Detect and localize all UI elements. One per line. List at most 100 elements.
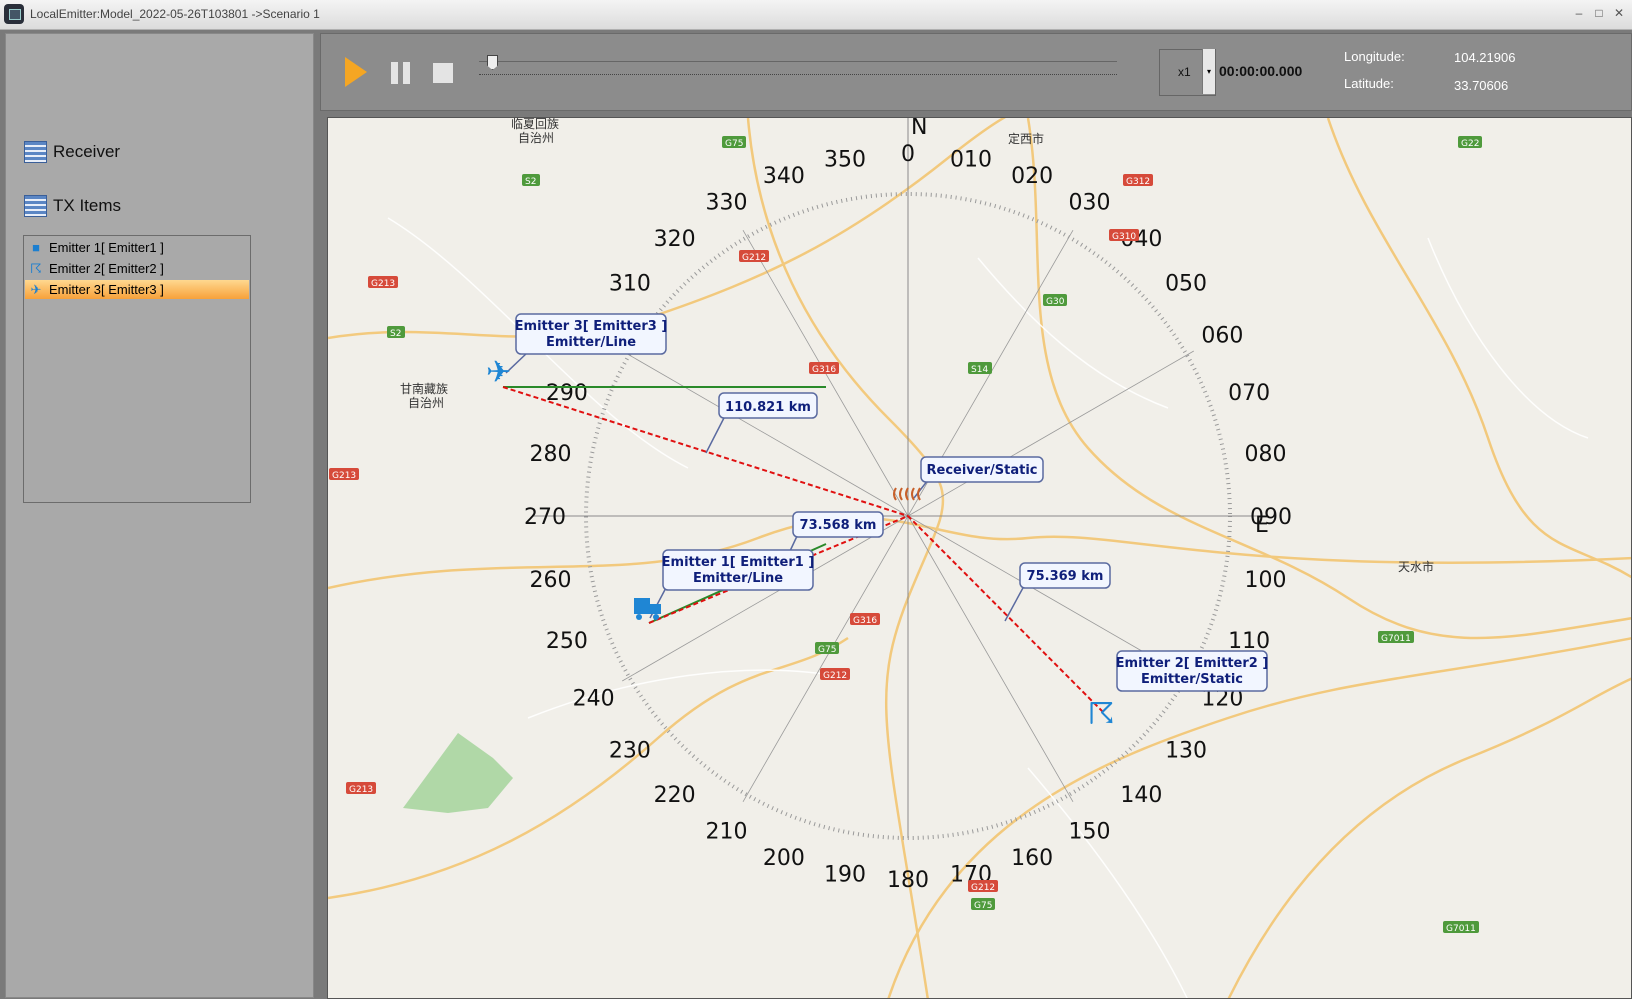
timeline-slider[interactable] bbox=[479, 74, 1117, 77]
bearing-label: 310 bbox=[609, 272, 651, 297]
dist3-callout-text: 110.821 km bbox=[725, 400, 811, 415]
timeline-frame bbox=[479, 61, 1117, 62]
emitter3-callout-line2: Emitter/Line bbox=[546, 335, 636, 350]
road-badge-label: S2 bbox=[525, 177, 536, 187]
list-item-emitter1[interactable]: ■ Emitter 1[ Emitter1 ] bbox=[25, 238, 249, 257]
bearing-spoke bbox=[622, 350, 909, 517]
road-badge-label: S2 bbox=[390, 329, 401, 339]
road-badge-label: G30 bbox=[1046, 297, 1065, 307]
road-badge-label: G310 bbox=[1112, 232, 1136, 242]
place-gannan: 甘南藏族 bbox=[400, 381, 448, 396]
bearing-label: 150 bbox=[1069, 819, 1111, 844]
dist2-leader bbox=[1004, 585, 1025, 622]
bearing-label: 280 bbox=[530, 442, 572, 467]
place-tianshui: 天水市 bbox=[1398, 559, 1434, 574]
park-area bbox=[403, 733, 513, 813]
tx-items-list[interactable]: ■ Emitter 1[ Emitter1 ] ☈ Emitter 2[ Emi… bbox=[23, 235, 251, 503]
bearing-label: 230 bbox=[609, 738, 651, 763]
place-linxia: 临夏回族 bbox=[511, 118, 559, 131]
bearing-label: 060 bbox=[1201, 324, 1243, 349]
bearing-label: 200 bbox=[763, 846, 805, 871]
bearing-label: 330 bbox=[706, 191, 748, 216]
bearing-label: 140 bbox=[1120, 783, 1162, 808]
road-badge-label: G316 bbox=[812, 365, 836, 375]
bearing-line-emitter2 bbox=[907, 515, 1104, 713]
time-readout: 00:00:00.000 bbox=[1219, 63, 1303, 79]
latitude-value: 33.70606 bbox=[1454, 78, 1509, 93]
bearing-label: 050 bbox=[1165, 272, 1207, 297]
bearing-label: 240 bbox=[573, 687, 615, 712]
speed-dropdown-arrow[interactable]: ▾ bbox=[1202, 49, 1215, 94]
road-badge-label: G22 bbox=[1461, 139, 1479, 149]
bearing-label: 0 bbox=[901, 142, 915, 167]
speed-value: x1 bbox=[1178, 65, 1191, 79]
road-badges: G75 S2 G212 G316 S14 G30 G312 G310 G213 G22 G7011 S… bbox=[329, 136, 1482, 934]
pause-button[interactable] bbox=[391, 62, 411, 84]
tx-items-label: TX Items bbox=[53, 196, 122, 215]
bearing-label: 020 bbox=[1011, 164, 1053, 189]
emitter3-item-label: Emitter 3[ Emitter3 ] bbox=[49, 282, 164, 297]
road-badge-label: G213 bbox=[332, 471, 356, 481]
scenario-tree-panel: Receiver TX Items ■ Emitter 1[ Emitter1 … bbox=[5, 33, 314, 998]
receiver-label: Receiver bbox=[53, 142, 121, 161]
longitude-label: Longitude: bbox=[1344, 49, 1405, 64]
list-icon bbox=[24, 195, 47, 217]
bearing-label: 130 bbox=[1165, 738, 1207, 763]
bearing-label: 160 bbox=[1011, 846, 1053, 871]
road-badge-label: G312 bbox=[1126, 177, 1150, 187]
list-item-emitter3[interactable]: ✈ Emitter 3[ Emitter3 ] bbox=[25, 280, 249, 299]
satellite-dish-marker-icon[interactable]: ☈ bbox=[1088, 697, 1115, 732]
bearing-label: 100 bbox=[1244, 568, 1286, 593]
close-button[interactable]: ✕ bbox=[1610, 5, 1628, 21]
bearing-label: 350 bbox=[824, 148, 866, 173]
road-badge-label: G75 bbox=[818, 645, 836, 655]
compass-north-label: N bbox=[911, 118, 927, 140]
play-button[interactable] bbox=[345, 57, 367, 87]
dist3-leader bbox=[705, 413, 727, 454]
bearing-label: 030 bbox=[1069, 191, 1111, 216]
road-badge-label: S14 bbox=[971, 365, 988, 375]
maximize-button[interactable]: □ bbox=[1590, 5, 1608, 21]
stop-button[interactable] bbox=[433, 63, 453, 83]
road-badge-label: G7011 bbox=[1381, 634, 1411, 644]
emitter2-item-label: Emitter 2[ Emitter2 ] bbox=[49, 261, 164, 276]
timeline-thumb[interactable] bbox=[487, 55, 498, 70]
bearing-label: 180 bbox=[887, 868, 929, 893]
road-badge-label: G212 bbox=[971, 883, 995, 893]
emitter1-callout-line2: Emitter/Line bbox=[693, 571, 783, 586]
bearing-label: 320 bbox=[654, 227, 696, 252]
receiver-callout-text: Receiver/Static bbox=[927, 463, 1038, 478]
bearing-label: 190 bbox=[824, 862, 866, 887]
road-badge-label: G212 bbox=[742, 253, 766, 263]
bearing-spoke bbox=[907, 515, 1074, 802]
emitter1-item-label: Emitter 1[ Emitter1 ] bbox=[49, 240, 164, 255]
bearing-label: 260 bbox=[530, 568, 572, 593]
place-gannan-2: 自治州 bbox=[408, 396, 444, 410]
list-item-emitter2[interactable]: ☈ Emitter 2[ Emitter2 ] bbox=[25, 259, 249, 278]
road-badge-label: G212 bbox=[823, 671, 847, 681]
road-badge-label: G7011 bbox=[1446, 924, 1476, 934]
road-badge-label: G75 bbox=[974, 901, 992, 911]
app-icon bbox=[4, 4, 24, 24]
longitude-value: 104.21906 bbox=[1454, 50, 1516, 65]
truck-icon: ■ bbox=[32, 240, 40, 255]
airplane-marker-icon[interactable]: ✈ bbox=[486, 355, 511, 390]
road-badge-label: G213 bbox=[349, 785, 373, 795]
emitter3-callout-line1: Emitter 3[ Emitter3 ] bbox=[515, 319, 668, 334]
bearing-label: 010 bbox=[950, 148, 992, 173]
bearing-label: 070 bbox=[1228, 381, 1270, 406]
tree-node-tx-items[interactable]: TX Items bbox=[24, 195, 121, 217]
title-bar: LocalEmitter:Model_2022-05-26T103801 ->S… bbox=[0, 0, 1632, 30]
compass-rose: 0 010020030040050060070080090100110120130… bbox=[524, 118, 1292, 893]
playback-toolbar: x1 ▾ 00:00:00.000 Longitude: 104.21906 L… bbox=[320, 33, 1632, 111]
bearing-label: 250 bbox=[546, 629, 588, 654]
map-view[interactable]: 0 010 020 030 040 050 060 070 080 090 100 110 120 130… bbox=[327, 117, 1632, 999]
bearing-spoke bbox=[622, 515, 909, 682]
tree-node-receiver[interactable]: Receiver bbox=[24, 141, 120, 163]
minimize-button[interactable]: – bbox=[1570, 5, 1588, 21]
list-icon bbox=[24, 141, 47, 163]
latitude-label: Latitude: bbox=[1344, 76, 1394, 91]
satellite-dish-icon: ☈ bbox=[30, 260, 42, 276]
truck-marker-icon[interactable] bbox=[634, 598, 661, 620]
bearing-label: 270 bbox=[524, 505, 566, 530]
